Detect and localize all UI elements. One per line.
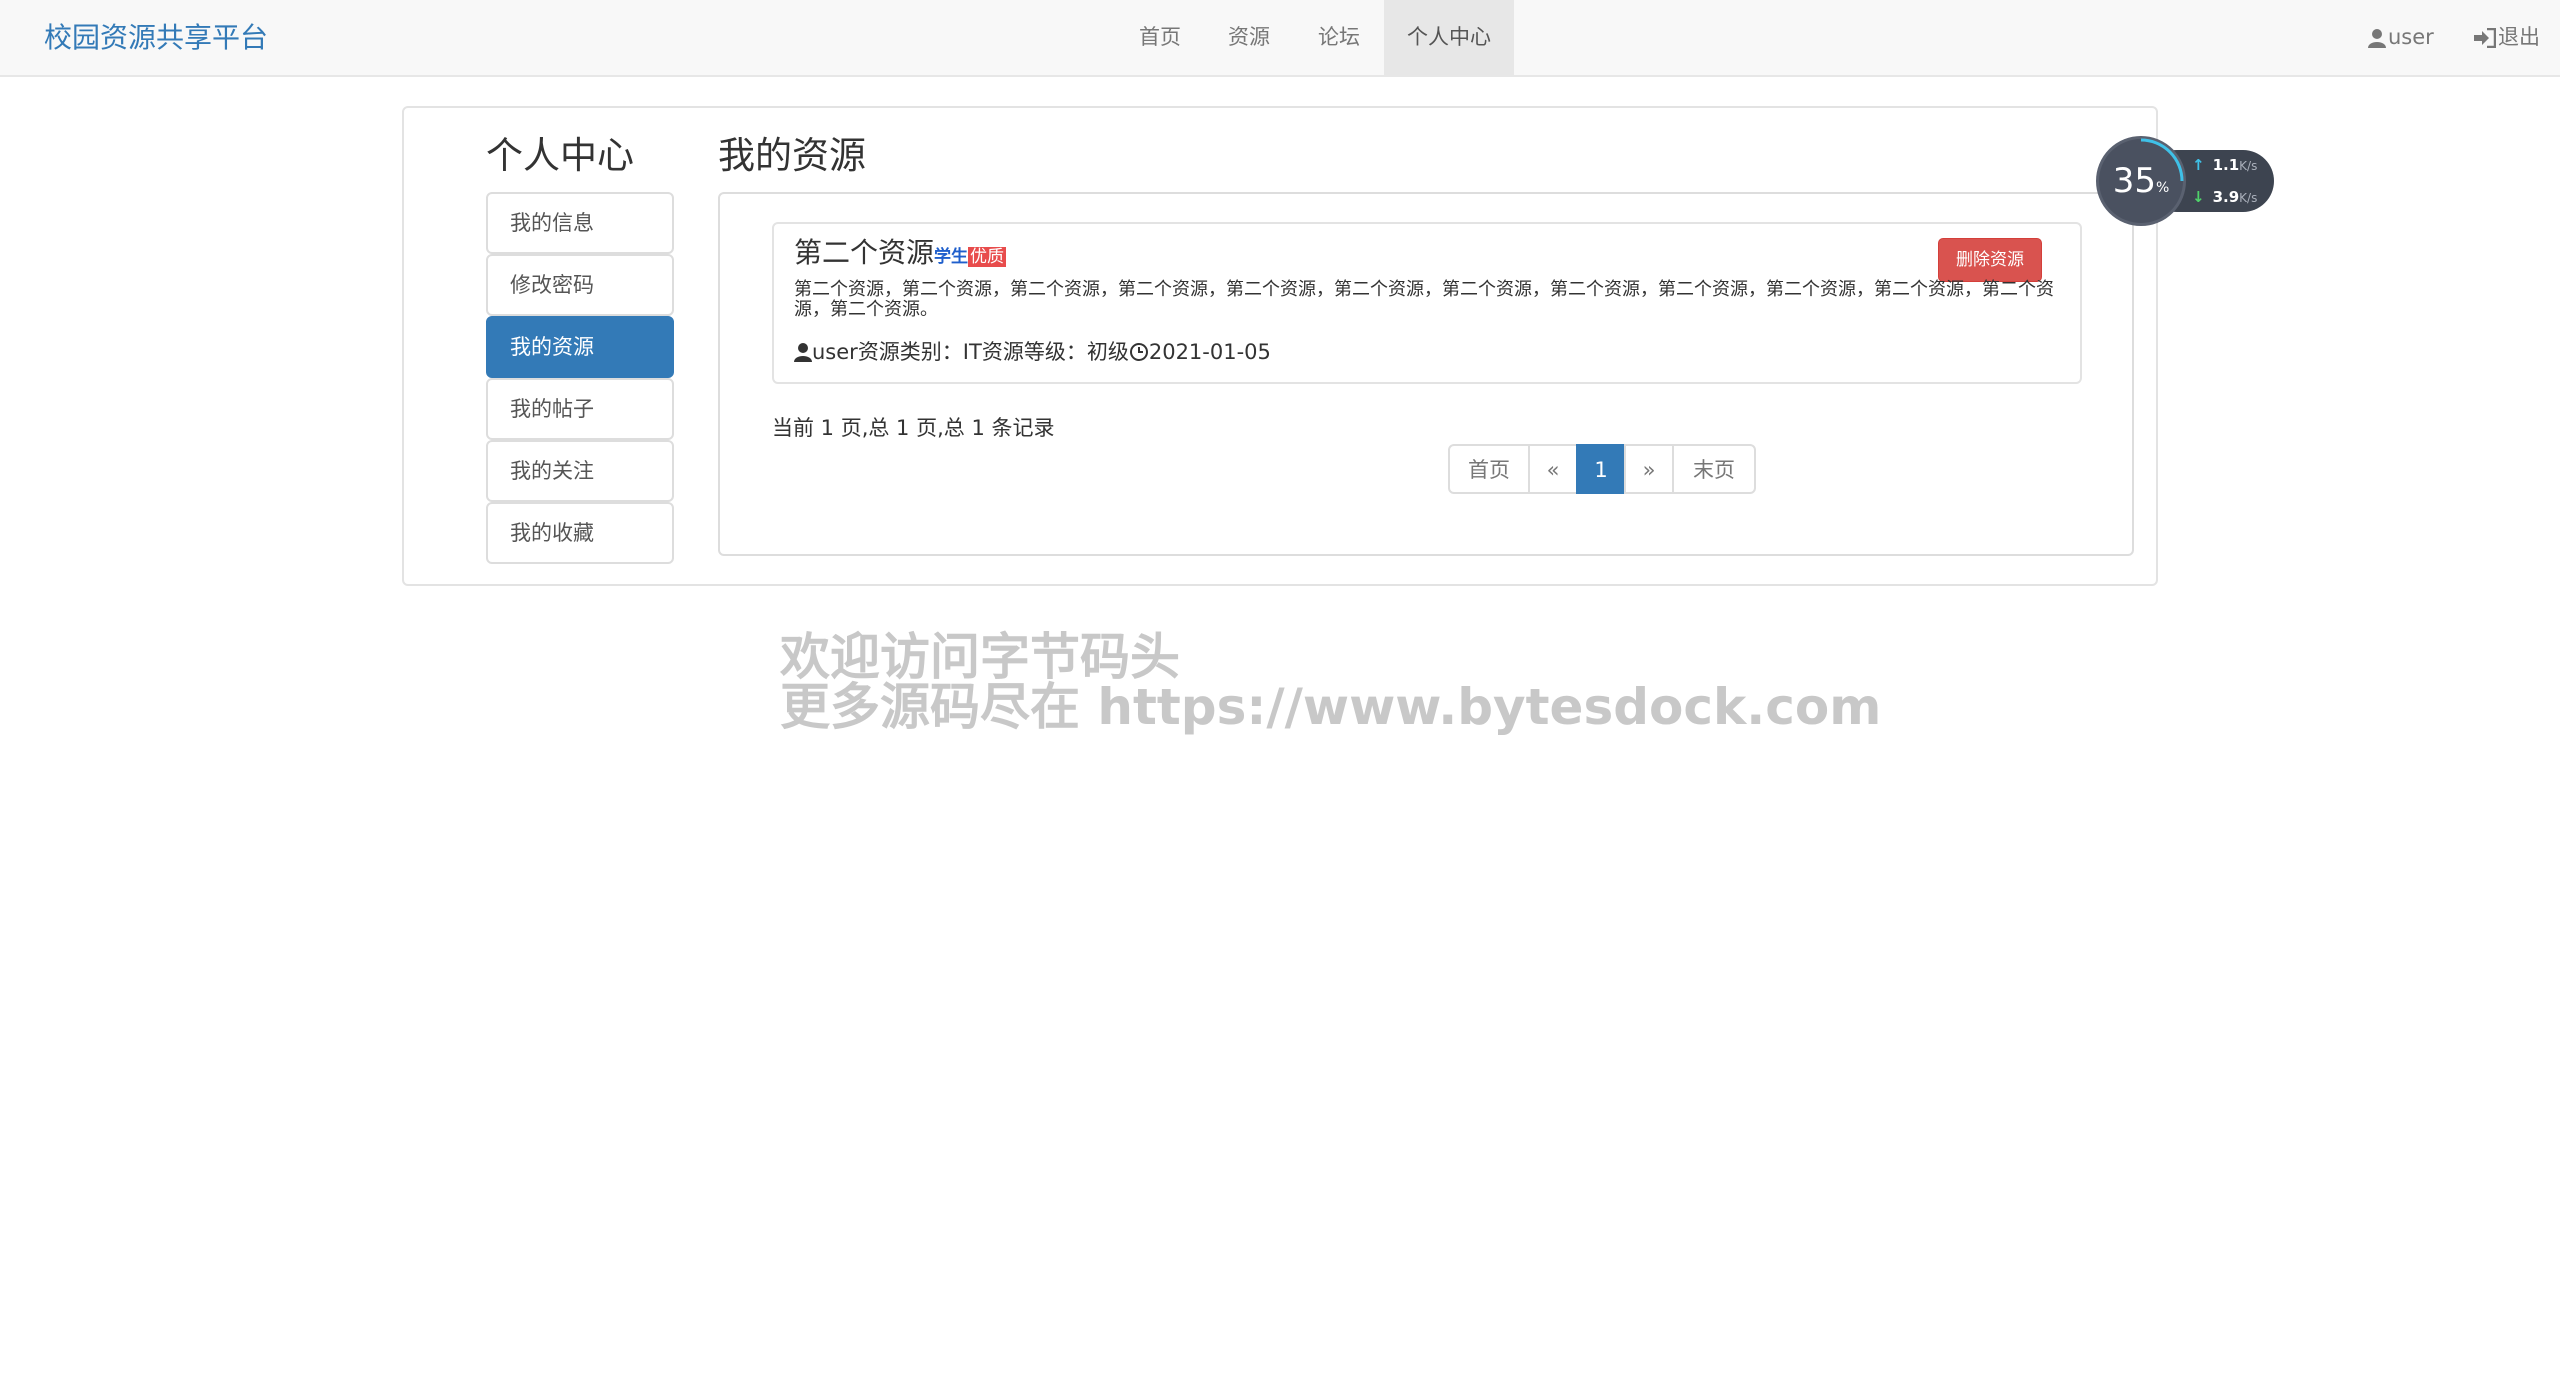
- watermark-line-1: 欢迎访问字节码头: [780, 628, 1180, 686]
- sidebar-menu: 我的信息 修改密码 我的资源 我的帖子 我的关注 我的收藏: [486, 192, 674, 564]
- user-name: user: [2388, 25, 2434, 49]
- upload-speed: 1.1: [2212, 156, 2240, 174]
- download-unit: K/s: [2239, 191, 2258, 205]
- download-speed: 3.9: [2212, 188, 2240, 206]
- user-icon: [794, 343, 812, 362]
- page-last[interactable]: 末页: [1672, 444, 1756, 494]
- resource-category: 资源类别：IT资源等级：初级: [857, 340, 1129, 364]
- page-next[interactable]: »: [1624, 444, 1674, 494]
- logout-icon: [2474, 27, 2496, 48]
- resource-date: 2021-01-05: [1148, 340, 1271, 364]
- pagination: 首页 « 1 » 末页: [1448, 444, 1756, 494]
- user-icon: [2368, 28, 2386, 48]
- resource-description: 第二个资源，第二个资源，第二个资源，第二个资源，第二个资源，第二个资源，第二个资…: [794, 279, 2054, 320]
- speed-percent-row: 35%: [2096, 136, 2186, 226]
- sidebar-item-my-info[interactable]: 我的信息: [486, 192, 674, 254]
- clock-icon: [1129, 343, 1148, 361]
- logout-link[interactable]: 退出: [2474, 0, 2540, 75]
- upload-unit: K/s: [2239, 159, 2258, 173]
- page-prev[interactable]: «: [1528, 444, 1578, 494]
- watermark: 欢迎访问字节码头 更多源码尽在 https://www.bytesdock.co…: [780, 632, 1881, 732]
- top-navbar: 校园资源共享平台 首页 资源 论坛 个人中心 user 退出: [0, 0, 2560, 77]
- download-arrow-icon: ↓: [2192, 188, 2205, 206]
- student-badge: 学生: [934, 247, 969, 267]
- quality-badge: 优质: [968, 247, 1007, 267]
- upload-speed-row: ↑ 1.1K/s: [2192, 156, 2257, 174]
- sidebar-item-my-favorites[interactable]: 我的收藏: [486, 502, 674, 564]
- nav-resources[interactable]: 资源: [1204, 0, 1294, 75]
- delete-resource-button[interactable]: 删除资源: [1938, 238, 2042, 282]
- nav-home[interactable]: 首页: [1116, 0, 1204, 75]
- nav-forum[interactable]: 论坛: [1294, 0, 1384, 75]
- download-speed-row: ↓ 3.9K/s: [2192, 188, 2257, 206]
- resource-title-row: 第二个资源学生 优质: [794, 234, 1007, 276]
- logout-label: 退出: [2498, 25, 2540, 49]
- resource-meta: user 资源类别：IT资源等级：初级 2021-01-05: [794, 336, 1271, 368]
- page-info: 当前 1 页,总 1 页,总 1 条记录: [772, 416, 1055, 440]
- network-speed-widget[interactable]: 35% ↑ 1.1K/s ↓ 3.9K/s: [2096, 136, 2276, 226]
- page-first[interactable]: 首页: [1448, 444, 1530, 494]
- user-link[interactable]: user: [2368, 0, 2434, 75]
- speed-percent: 35: [2112, 161, 2156, 201]
- sidebar-item-my-resources[interactable]: 我的资源: [486, 316, 674, 378]
- sidebar-item-my-follows[interactable]: 我的关注: [486, 440, 674, 502]
- upload-arrow-icon: ↑: [2192, 156, 2205, 174]
- resource-title[interactable]: 第二个资源: [794, 236, 934, 269]
- page-current[interactable]: 1: [1576, 444, 1626, 494]
- resource-author: user: [812, 340, 858, 364]
- sidebar-item-change-password[interactable]: 修改密码: [486, 254, 674, 316]
- sidebar-title: 个人中心: [486, 134, 634, 177]
- speed-percent-unit: %: [2155, 180, 2170, 196]
- watermark-line-2: 更多源码尽在 https://www.bytesdock.com: [780, 678, 1882, 736]
- sidebar-item-my-posts[interactable]: 我的帖子: [486, 378, 674, 440]
- brand-link[interactable]: 校园资源共享平台: [44, 18, 268, 58]
- nav-personal-center[interactable]: 个人中心: [1384, 0, 1514, 75]
- page-title: 我的资源: [718, 134, 866, 177]
